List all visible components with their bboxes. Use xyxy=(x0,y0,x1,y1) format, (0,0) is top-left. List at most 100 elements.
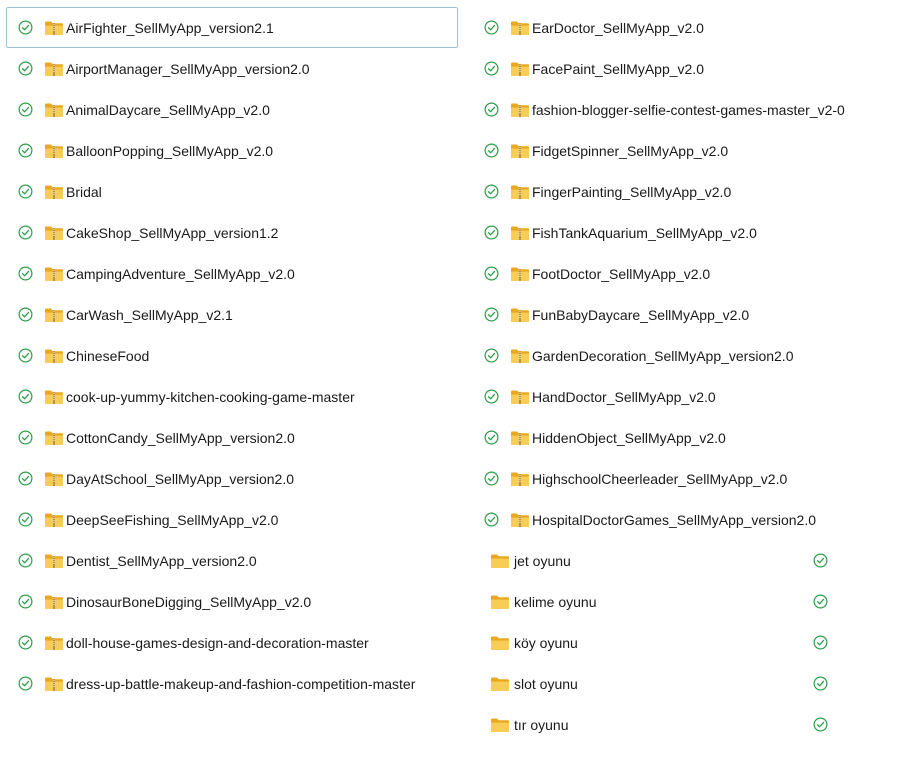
item-name: slot oyunu xyxy=(514,676,578,692)
zip-folder-icon xyxy=(510,20,530,36)
zip-folder-item-fingerpainting-sellmyapp-v2-0[interactable]: FingerPainting_SellMyApp_v2.0 xyxy=(472,171,902,212)
check-circle-icon xyxy=(813,594,828,609)
check-circle-icon xyxy=(18,61,33,76)
zip-folder-icon xyxy=(44,225,64,241)
item-name: köy oyunu xyxy=(514,635,578,651)
zip-folder-icon xyxy=(44,676,64,692)
item-name: GardenDecoration_SellMyApp_version2.0 xyxy=(532,348,794,364)
item-name: Dentist_SellMyApp_version2.0 xyxy=(66,553,257,569)
zip-folder-icon xyxy=(510,348,530,364)
check-circle-icon xyxy=(18,143,33,158)
zip-folder-item-dayatschool-sellmyapp-version2-0[interactable]: DayAtSchool_SellMyApp_version2.0 xyxy=(6,458,458,499)
zip-folder-item-hospitaldoctorgames-sellmyapp-version2-0[interactable]: HospitalDoctorGames_SellMyApp_version2.0 xyxy=(472,499,902,540)
zip-folder-item-dinosaurbonedigging-sellmyapp-v2-0[interactable]: DinosaurBoneDigging_SellMyApp_v2.0 xyxy=(6,581,458,622)
zip-folder-item-carwash-sellmyapp-v2-1[interactable]: CarWash_SellMyApp_v2.1 xyxy=(6,294,458,335)
check-circle-icon xyxy=(18,184,33,199)
check-circle-icon xyxy=(484,20,499,35)
zip-folder-item-balloonpopping-sellmyapp-v2-0[interactable]: BalloonPopping_SellMyApp_v2.0 xyxy=(6,130,458,171)
zip-folder-item-bridal[interactable]: Bridal xyxy=(6,171,458,212)
item-name: ChineseFood xyxy=(66,348,150,364)
zip-folder-icon xyxy=(44,430,64,446)
zip-folder-item-hiddenobject-sellmyapp-v2-0[interactable]: HiddenObject_SellMyApp_v2.0 xyxy=(472,417,902,458)
check-circle-icon xyxy=(18,471,33,486)
zip-folder-item-animaldaycare-sellmyapp-v2-0[interactable]: AnimalDaycare_SellMyApp_v2.0 xyxy=(6,89,458,130)
item-name: cook-up-yummy-kitchen-cooking-game-maste… xyxy=(66,389,355,405)
zip-folder-item-facepaint-sellmyapp-v2-0[interactable]: FacePaint_SellMyApp_v2.0 xyxy=(472,48,902,89)
check-circle-icon xyxy=(18,102,33,117)
item-name: BalloonPopping_SellMyApp_v2.0 xyxy=(66,143,274,159)
file-list-left-column: AirFighter_SellMyApp_version2.1 AirportMa… xyxy=(6,7,458,704)
item-name: FidgetSpinner_SellMyApp_v2.0 xyxy=(532,143,729,159)
zip-folder-icon xyxy=(44,266,64,282)
item-name: FunBabyDaycare_SellMyApp_v2.0 xyxy=(532,307,750,323)
zip-folder-item-cottoncandy-sellmyapp-version2-0[interactable]: CottonCandy_SellMyApp_version2.0 xyxy=(6,417,458,458)
zip-folder-item-fashion-blogger-selfie-contest-games-master-v2-0[interactable]: fashion-blogger-selfie-contest-games-mas… xyxy=(472,89,902,130)
check-circle-icon xyxy=(484,184,499,199)
item-name: DeepSeeFishing_SellMyApp_v2.0 xyxy=(66,512,279,528)
zip-folder-icon xyxy=(510,307,530,323)
item-name: FishTankAquarium_SellMyApp_v2.0 xyxy=(532,225,757,241)
check-circle-icon xyxy=(18,635,33,650)
zip-folder-item-highschoolcheerleader-sellmyapp-v2-0[interactable]: HighschoolCheerleader_SellMyApp_v2.0 xyxy=(472,458,902,499)
check-circle-icon xyxy=(813,553,828,568)
zip-folder-icon xyxy=(510,225,530,241)
file-list-right-column: EarDoctor_SellMyApp_v2.0 FacePaint_SellMy… xyxy=(472,7,902,745)
check-circle-icon xyxy=(484,348,499,363)
zip-folder-icon xyxy=(44,471,64,487)
check-circle-icon xyxy=(18,307,33,322)
item-name: HiddenObject_SellMyApp_v2.0 xyxy=(532,430,726,446)
folder-icon xyxy=(490,676,510,692)
item-name: Bridal xyxy=(66,184,102,200)
zip-folder-item-eardoctor-sellmyapp-v2-0[interactable]: EarDoctor_SellMyApp_v2.0 xyxy=(472,7,902,48)
item-name: AnimalDaycare_SellMyApp_v2.0 xyxy=(66,102,270,118)
zip-folder-item-gardendecoration-sellmyapp-version2-0[interactable]: GardenDecoration_SellMyApp_version2.0 xyxy=(472,335,902,376)
zip-folder-item-dentist-sellmyapp-version2-0[interactable]: Dentist_SellMyApp_version2.0 xyxy=(6,540,458,581)
folder-item-jet-oyunu[interactable]: jet oyunu xyxy=(472,540,902,581)
item-name: DinosaurBoneDigging_SellMyApp_v2.0 xyxy=(66,594,312,610)
folder-item-kelime-oyunu[interactable]: kelime oyunu xyxy=(472,581,902,622)
folder-item-k-y-oyunu[interactable]: köy oyunu xyxy=(472,622,902,663)
zip-folder-item-footdoctor-sellmyapp-v2-0[interactable]: FootDoctor_SellMyApp_v2.0 xyxy=(472,253,902,294)
zip-folder-icon xyxy=(510,143,530,159)
item-name: kelime oyunu xyxy=(514,594,597,610)
zip-folder-item-chinesefood[interactable]: ChineseFood xyxy=(6,335,458,376)
item-name: AirportManager_SellMyApp_version2.0 xyxy=(66,61,310,77)
zip-folder-item-airportmanager-sellmyapp-version2-0[interactable]: AirportManager_SellMyApp_version2.0 xyxy=(6,48,458,89)
zip-folder-icon xyxy=(44,348,64,364)
zip-folder-item-cakeshop-sellmyapp-version1-2[interactable]: CakeShop_SellMyApp_version1.2 xyxy=(6,212,458,253)
zip-folder-icon xyxy=(510,184,530,200)
zip-folder-item-handdoctor-sellmyapp-v2-0[interactable]: HandDoctor_SellMyApp_v2.0 xyxy=(472,376,902,417)
zip-folder-item-doll-house-games-design-and-decoration-master[interactable]: doll-house-games-design-and-decoration-m… xyxy=(6,622,458,663)
item-name: jet oyunu xyxy=(514,553,571,569)
zip-folder-icon xyxy=(44,143,64,159)
folder-icon xyxy=(490,635,510,651)
zip-folder-item-deepseefishing-sellmyapp-v2-0[interactable]: DeepSeeFishing_SellMyApp_v2.0 xyxy=(6,499,458,540)
item-name: DayAtSchool_SellMyApp_version2.0 xyxy=(66,471,295,487)
folder-item-t-r-oyunu[interactable]: tır oyunu xyxy=(472,704,902,745)
zip-folder-item-airfighter-sellmyapp-version2-1[interactable]: AirFighter_SellMyApp_version2.1 xyxy=(6,7,458,48)
zip-folder-icon xyxy=(44,389,64,405)
item-name: fashion-blogger-selfie-contest-games-mas… xyxy=(532,102,845,118)
zip-folder-item-campingadventure-sellmyapp-v2-0[interactable]: CampingAdventure_SellMyApp_v2.0 xyxy=(6,253,458,294)
folder-item-slot-oyunu[interactable]: slot oyunu xyxy=(472,663,902,704)
item-name: HandDoctor_SellMyApp_v2.0 xyxy=(532,389,716,405)
folder-icon xyxy=(490,717,510,733)
zip-folder-icon xyxy=(44,594,64,610)
zip-folder-item-cook-up-yummy-kitchen-cooking-game-master[interactable]: cook-up-yummy-kitchen-cooking-game-maste… xyxy=(6,376,458,417)
check-circle-icon xyxy=(18,266,33,281)
item-name: CampingAdventure_SellMyApp_v2.0 xyxy=(66,266,295,282)
item-name: AirFighter_SellMyApp_version2.1 xyxy=(66,20,274,36)
zip-folder-item-fidgetspinner-sellmyapp-v2-0[interactable]: FidgetSpinner_SellMyApp_v2.0 xyxy=(472,130,902,171)
zip-folder-item-dress-up-battle-makeup-and-fashion-competition-master[interactable]: dress-up-battle-makeup-and-fashion-compe… xyxy=(6,663,458,704)
check-circle-icon xyxy=(813,635,828,650)
item-name: CakeShop_SellMyApp_version1.2 xyxy=(66,225,279,241)
item-name: CottonCandy_SellMyApp_version2.0 xyxy=(66,430,295,446)
zip-folder-item-fishtankaquarium-sellmyapp-v2-0[interactable]: FishTankAquarium_SellMyApp_v2.0 xyxy=(472,212,902,253)
check-circle-icon xyxy=(484,266,499,281)
item-name: doll-house-games-design-and-decoration-m… xyxy=(66,635,369,651)
check-circle-icon xyxy=(813,717,828,732)
check-circle-icon xyxy=(484,102,499,117)
check-circle-icon xyxy=(18,348,33,363)
folder-icon xyxy=(490,594,510,610)
zip-folder-item-funbabydaycare-sellmyapp-v2-0[interactable]: FunBabyDaycare_SellMyApp_v2.0 xyxy=(472,294,902,335)
